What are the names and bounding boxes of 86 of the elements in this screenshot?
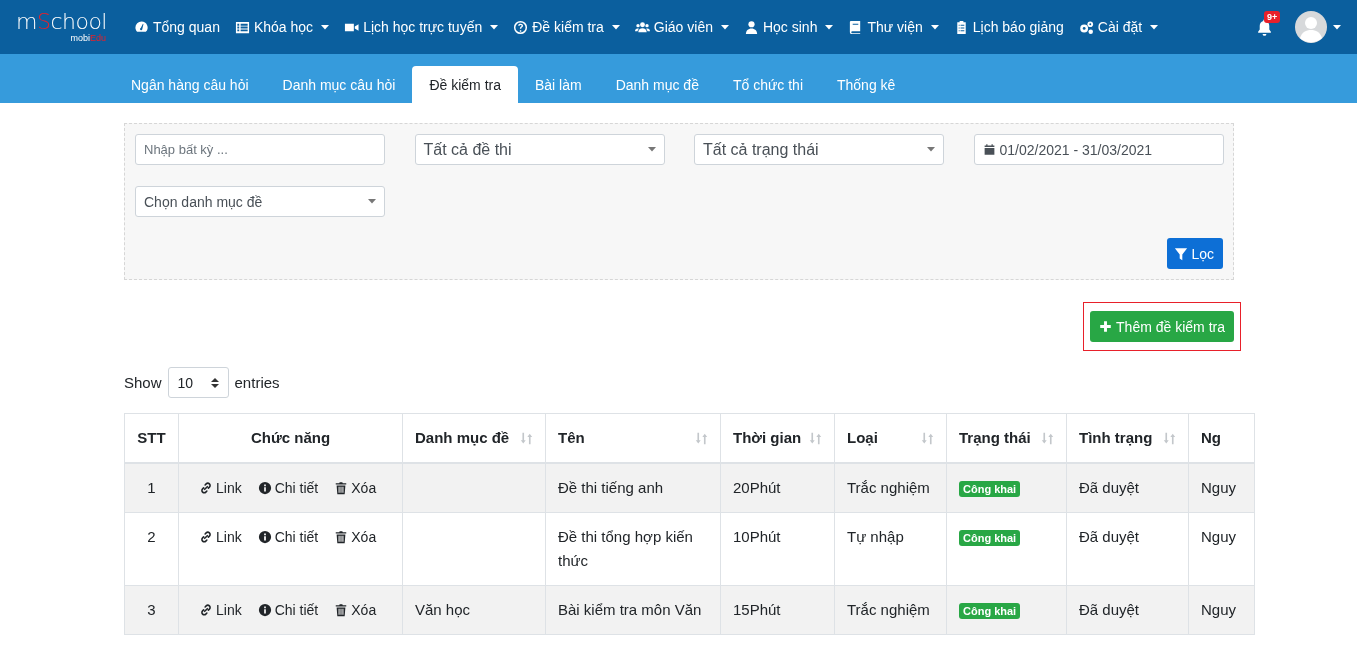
filter-button[interactable]: Lọc (1167, 238, 1223, 269)
status-badge: Công khai (959, 530, 1021, 546)
table-cell: Trắc nghiệm (847, 601, 930, 618)
logo-title: mSchool (16, 11, 108, 33)
delete-action-button[interactable]: Xóa (334, 521, 377, 553)
gauge-icon (134, 19, 149, 35)
table-cell: Đề thi tiếng anh (558, 479, 664, 496)
link-icon (199, 481, 213, 495)
caret-icon (647, 147, 656, 152)
table-cell: Nguy (1201, 479, 1237, 496)
nav-menu-item[interactable]: Lịch báo giảng (953, 19, 1064, 35)
info-icon (257, 530, 272, 544)
table-cell: 15Phút (733, 601, 781, 618)
info-icon (257, 603, 272, 617)
nav-menu-item[interactable]: Học sinh (743, 19, 834, 35)
table-cell: Trắc nghiệm (847, 479, 930, 496)
nav-menu-item[interactable]: Cài đặt (1078, 19, 1159, 35)
caret-icon (927, 147, 935, 152)
link-icon (199, 530, 213, 544)
select-field[interactable]: Chọn danh mục đề (135, 186, 385, 217)
table-cell: Nguy (1201, 528, 1237, 545)
entries-select[interactable]: 10 (167, 367, 229, 398)
column-header: Tên (558, 428, 585, 448)
caret-icon (368, 199, 376, 204)
nav-menu-item[interactable]: Đề kiểm tra (513, 19, 620, 35)
link-icon (199, 603, 213, 617)
column-header: Tình trạng (1079, 428, 1153, 448)
link-action-button[interactable]: Link (199, 594, 242, 626)
info-action-button[interactable]: Chi tiết (257, 472, 319, 504)
search-field[interactable]: Nhập bất kỳ ... (135, 134, 385, 165)
nav-menu-item[interactable]: Lịch học trực tuyến (344, 19, 499, 35)
show-label: Show (124, 374, 162, 391)
list-icon (234, 19, 250, 35)
user-icon (743, 19, 759, 35)
delete-action-button[interactable]: Xóa (334, 472, 377, 504)
column-header: STT (137, 428, 166, 448)
info-action-button[interactable]: Chi tiết (257, 521, 319, 553)
trash-icon (334, 481, 349, 495)
nav-menu-item[interactable]: Giáo viên (634, 19, 729, 35)
question-icon (513, 19, 529, 35)
trash-icon (334, 603, 349, 617)
table-cell: Văn học (415, 601, 471, 618)
column-header: Danh mục đề (415, 428, 510, 448)
row-number: 1 (147, 479, 156, 496)
logo-subtitle: mobiEdu (70, 33, 106, 43)
table-cell: Đã duyệt (1079, 479, 1140, 496)
select-field[interactable]: Tất cả trạng thái (694, 134, 944, 165)
nav-menu-item[interactable]: Tổng quan (134, 19, 220, 35)
trash-icon (334, 530, 349, 544)
table-cell: 20Phút (733, 479, 781, 496)
column-header: Loại (847, 428, 878, 448)
info-action-button[interactable]: Chi tiết (257, 594, 319, 626)
bell-icon (1256, 18, 1273, 36)
select-field[interactable]: Tất cả đề thi (414, 134, 665, 165)
nav-menu-item[interactable]: Khóa học (234, 19, 330, 35)
table-cell: Bài kiểm tra môn Văn (558, 601, 702, 618)
delete-action-button[interactable]: Xóa (334, 594, 377, 626)
table-cell: Đã duyệt (1079, 528, 1140, 545)
row-number: 2 (147, 528, 156, 545)
date-range-field[interactable]: 01/02/2021 - 31/03/2021 (973, 134, 1224, 165)
table-cell: Tự nhập (847, 528, 904, 545)
link-action-button[interactable]: Link (199, 472, 242, 504)
calendar-icon (982, 143, 996, 156)
table-cell: Đã duyệt (1079, 601, 1140, 618)
table-cell: Đề thi tổng hợp kiến thức (558, 528, 693, 569)
status-badge: Công khai (959, 603, 1021, 619)
table-cell: Nguy (1201, 601, 1237, 618)
row-number: 3 (147, 601, 156, 618)
table-cell: 10Phút (733, 528, 781, 545)
avatar-icon[interactable] (1295, 11, 1327, 43)
tab[interactable]: Đề kiểm tra (412, 66, 518, 103)
column-header: Trạng thái (959, 428, 1031, 448)
link-action-button[interactable]: Link (199, 521, 242, 553)
users-icon (634, 19, 650, 35)
column-header: Chức năng (250, 428, 331, 448)
plus-icon (1099, 320, 1113, 333)
entries-label: entries (234, 374, 280, 391)
spinner-icon (210, 377, 219, 388)
nav-menu-item[interactable]: Thư viện (848, 19, 939, 35)
filter-icon (1174, 246, 1189, 261)
notification-badge: 9+ (1264, 10, 1281, 23)
caret-icon (1333, 24, 1341, 30)
status-badge: Công khai (959, 481, 1021, 497)
info-icon (257, 481, 272, 495)
column-header: Ng (1201, 428, 1221, 448)
column-header: Thời gian (733, 428, 802, 448)
